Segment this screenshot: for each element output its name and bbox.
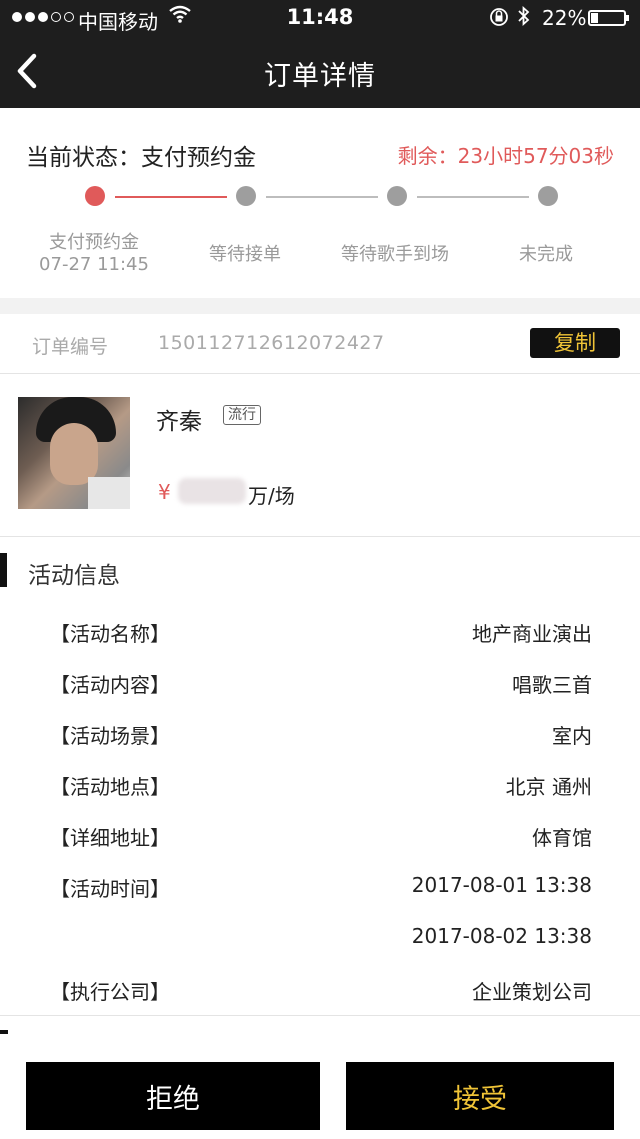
step-1-name: 支付预约金 — [49, 232, 139, 253]
row-value: 北京 通州 — [505, 775, 592, 799]
step-line-3 — [417, 196, 529, 198]
price-blurred-amount — [178, 478, 246, 504]
activity-name-row: 【活动名称】 地产商业演出 — [50, 618, 592, 648]
activity-scene-row: 【活动场景】 室内 — [50, 720, 592, 750]
step-label-3: 等待歌手到场 — [341, 244, 449, 265]
activity-content-row: 【活动内容】 唱歌三首 — [50, 669, 592, 699]
section-marker-small — [0, 1030, 8, 1034]
activity-time-end-row: 2017-08-02 13:38 — [50, 924, 592, 954]
step-1-time: 07-27 11:45 — [39, 254, 149, 275]
accept-button[interactable]: 接受 — [346, 1062, 614, 1130]
activity-time-row: 【活动时间】 2017-08-01 13:38 — [50, 873, 592, 903]
section-marker — [0, 553, 7, 587]
row-value: 2017-08-02 13:38 — [411, 924, 592, 948]
singer-avatar[interactable] — [18, 397, 130, 509]
genre-tag: 流行 — [223, 405, 261, 425]
divider — [0, 536, 640, 537]
activity-section-title: 活动信息 — [28, 563, 120, 589]
row-value: 唱歌三首 — [512, 673, 592, 697]
step-node-1 — [85, 186, 105, 206]
price-currency: ¥ — [158, 480, 171, 504]
step-node-2 — [236, 186, 256, 206]
battery-icon — [588, 10, 629, 26]
step-line-1 — [115, 196, 227, 198]
row-key: 【活动场景】 — [50, 724, 170, 748]
status-bar: 中国移动 11:48 22% — [0, 0, 640, 36]
row-key: 【活动地点】 — [50, 775, 170, 799]
step-node-3 — [387, 186, 407, 206]
row-value: 2017-08-01 13:38 — [411, 873, 592, 897]
divider — [0, 1015, 640, 1016]
activity-company-row: 【执行公司】 企业策划公司 — [50, 976, 592, 1006]
step-line-2 — [266, 196, 378, 198]
remaining-time: 剩余：23小时57分03秒 — [397, 144, 614, 168]
row-key: 【活动内容】 — [50, 673, 170, 697]
step-label-1: 支付预约金 07-27 11:45 — [19, 232, 169, 276]
price-unit: 万/场 — [248, 484, 295, 508]
order-number: 150112712612072427 — [158, 332, 385, 354]
copy-button[interactable]: 复制 — [530, 328, 620, 358]
top-bar: 中国移动 11:48 22% 订单详情 — [0, 0, 640, 108]
section-separator — [0, 298, 640, 314]
row-value: 体育馆 — [532, 826, 592, 850]
row-key: 【活动时间】 — [50, 877, 170, 901]
row-key: 【详细地址】 — [50, 826, 170, 850]
bluetooth-icon — [516, 4, 532, 33]
singer-name: 齐秦 — [156, 409, 202, 435]
rotation-lock-icon — [488, 6, 510, 33]
step-label-2: 等待接单 — [209, 244, 281, 265]
activity-address-row: 【详细地址】 体育馆 — [50, 822, 592, 852]
row-value: 地产商业演出 — [472, 622, 592, 646]
step-label-4: 未完成 — [519, 244, 573, 265]
reject-button[interactable]: 拒绝 — [26, 1062, 320, 1130]
row-key: 【活动名称】 — [50, 622, 170, 646]
row-key: 【执行公司】 — [50, 980, 170, 1004]
current-status: 当前状态：支付预约金 — [26, 145, 256, 171]
divider — [0, 373, 640, 374]
step-node-4 — [538, 186, 558, 206]
row-value: 企业策划公司 — [472, 980, 592, 1004]
order-number-label: 订单编号 — [32, 336, 109, 358]
page-title: 订单详情 — [264, 61, 376, 92]
battery-percent: 22% — [542, 6, 587, 30]
row-value: 室内 — [552, 724, 592, 748]
activity-location-row: 【活动地点】 北京 通州 — [50, 771, 592, 801]
